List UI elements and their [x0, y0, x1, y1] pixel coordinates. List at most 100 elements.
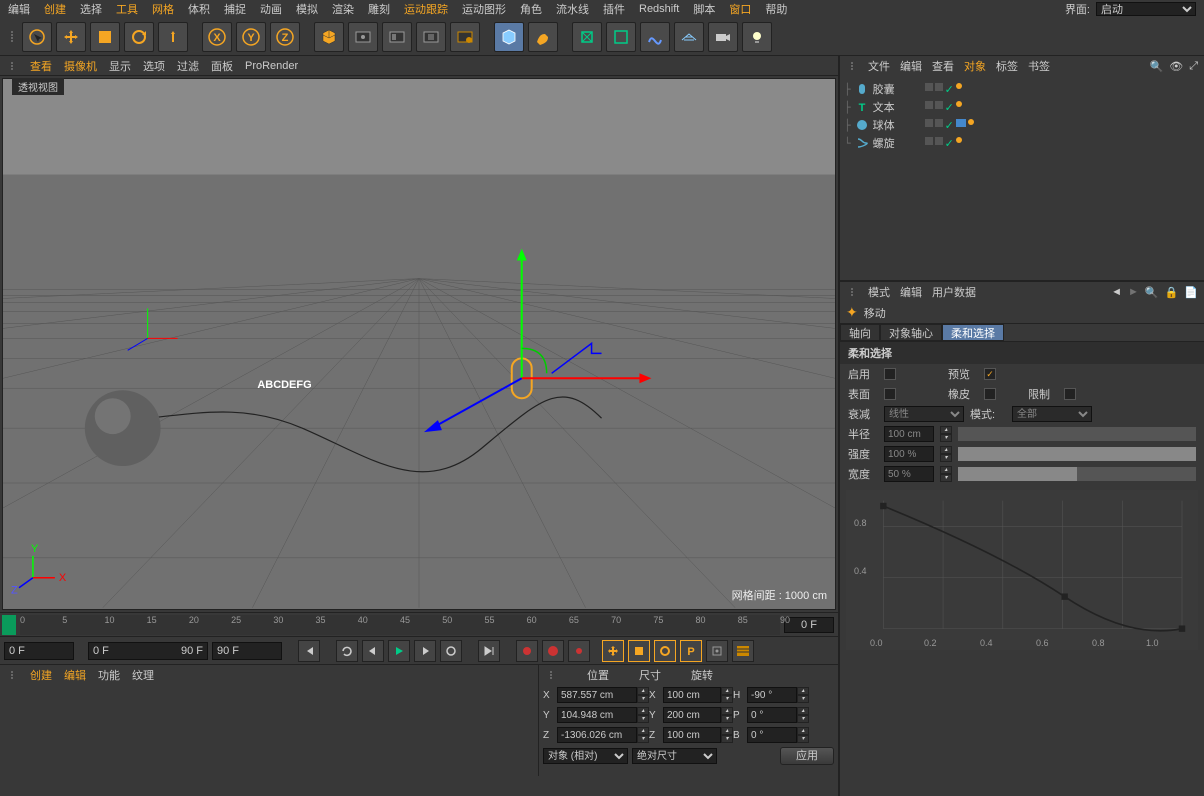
rot-P[interactable]: [747, 707, 797, 723]
key-pla-btn[interactable]: [706, 640, 728, 662]
menu-体积[interactable]: 体积: [188, 1, 210, 17]
camera-menu[interactable]: [708, 22, 738, 52]
obj-tab-书签[interactable]: 书签: [1028, 58, 1050, 74]
fwd-icon[interactable]: ►: [1128, 286, 1139, 299]
rot-H[interactable]: [747, 687, 797, 703]
rotate-tool[interactable]: [124, 22, 154, 52]
texture-mode[interactable]: [528, 22, 558, 52]
width-spinner[interactable]: ▴▾: [940, 466, 952, 482]
menu-捕捉[interactable]: 捕捉: [224, 1, 246, 17]
tab-axis[interactable]: 轴向: [840, 324, 880, 341]
dopesheet-btn[interactable]: [732, 640, 754, 662]
move-tool[interactable]: [56, 22, 86, 52]
strength-spinner[interactable]: ▴▾: [940, 446, 952, 462]
floor-menu[interactable]: [674, 22, 704, 52]
tab-object-axis[interactable]: 对象轴心: [880, 324, 942, 341]
object-mode-select[interactable]: 对象 (相对): [543, 748, 628, 764]
back-icon[interactable]: ◄: [1111, 286, 1122, 299]
preview-checkbox[interactable]: [984, 368, 996, 380]
render-pv[interactable]: [382, 22, 412, 52]
menu-选择[interactable]: 选择: [80, 1, 102, 17]
apply-button[interactable]: 应用: [780, 747, 834, 765]
vp-menu-过滤[interactable]: 过滤: [177, 58, 199, 74]
enable-checkbox[interactable]: [884, 368, 896, 380]
radius-input[interactable]: [884, 426, 934, 442]
search-icon[interactable]: 🔍: [1150, 60, 1164, 73]
menu-Redshift[interactable]: Redshift: [639, 3, 679, 15]
strength-slider[interactable]: [958, 447, 1196, 461]
size-mode-select[interactable]: 绝对尺寸: [632, 748, 717, 764]
menu-创建[interactable]: 创建: [44, 1, 66, 17]
range-field[interactable]: 0 F90 F: [88, 642, 208, 660]
radius-slider[interactable]: [958, 427, 1196, 441]
y-axis-tool[interactable]: Y: [236, 22, 266, 52]
attr-userdata-tab[interactable]: 用户数据: [932, 284, 976, 300]
keyframe-btn[interactable]: [568, 640, 590, 662]
falloff-select[interactable]: 线性: [884, 406, 964, 422]
pos-Z[interactable]: [557, 727, 637, 743]
menu-插件[interactable]: 插件: [603, 1, 625, 17]
pos-Y[interactable]: [557, 707, 637, 723]
menu-编辑[interactable]: 编辑: [8, 1, 30, 17]
obj-tab-查看[interactable]: 查看: [932, 58, 954, 74]
menu-工具[interactable]: 工具: [116, 1, 138, 17]
spline-menu[interactable]: [640, 22, 670, 52]
size-X[interactable]: [663, 687, 721, 703]
pos-X[interactable]: [557, 687, 637, 703]
menu-动画[interactable]: 动画: [260, 1, 282, 17]
falloff-curve-editor[interactable]: 0.0 0.2 0.4 0.6 0.8 1.0 0.4 0.8: [846, 490, 1198, 650]
attr-mode-tab[interactable]: 模式: [868, 284, 890, 300]
tab-soft-select[interactable]: 柔和选择: [942, 324, 1004, 341]
menu-模拟[interactable]: 模拟: [296, 1, 318, 17]
obj-item-球体[interactable]: ├球体✓: [844, 116, 1200, 134]
current-frame-field[interactable]: 90 F: [212, 642, 282, 660]
z-axis-tool[interactable]: Z: [270, 22, 300, 52]
key-scale-btn[interactable]: [628, 640, 650, 662]
obj-item-文本[interactable]: ├T文本✓: [844, 98, 1200, 116]
mat-tab-纹理[interactable]: 纹理: [132, 667, 154, 683]
cube-primitive[interactable]: [314, 22, 344, 52]
vp-menu-选项[interactable]: 选项: [143, 58, 165, 74]
size-Y[interactable]: [663, 707, 721, 723]
mode-select[interactable]: 全部: [1012, 406, 1092, 422]
mat-tab-功能[interactable]: 功能: [98, 667, 120, 683]
live-select-tool[interactable]: [22, 22, 52, 52]
obj-item-胶囊[interactable]: ├胶囊✓: [844, 80, 1200, 98]
loop-btn[interactable]: [336, 640, 358, 662]
viewport-3d[interactable]: ABCDEFG Y: [2, 78, 836, 610]
x-axis-tool[interactable]: X: [202, 22, 232, 52]
menu-雕刻[interactable]: 雕刻: [368, 1, 390, 17]
width-slider[interactable]: [958, 467, 1196, 481]
menu-网格[interactable]: 网格: [152, 1, 174, 17]
limit-checkbox[interactable]: [1064, 388, 1076, 400]
mat-tab-创建[interactable]: 创建: [30, 667, 52, 683]
menu-渲染[interactable]: 渲染: [332, 1, 354, 17]
size-Z[interactable]: [663, 727, 721, 743]
search2-icon[interactable]: 🔍: [1145, 286, 1159, 299]
menu-角色[interactable]: 角色: [520, 1, 542, 17]
light-menu[interactable]: [742, 22, 772, 52]
vp-menu-查看[interactable]: 查看: [30, 58, 52, 74]
timeline-ruler[interactable]: 051015202530354045505560657075808590: [20, 615, 780, 635]
layout-select[interactable]: 启动: [1096, 2, 1196, 16]
new-icon[interactable]: 📄: [1184, 286, 1198, 299]
rot-B[interactable]: [747, 727, 797, 743]
autokey-btn[interactable]: [542, 640, 564, 662]
obj-item-螺旋[interactable]: └螺旋✓: [844, 134, 1200, 152]
obj-tab-标签[interactable]: 标签: [996, 58, 1018, 74]
expand-icon[interactable]: ⤢: [1189, 60, 1198, 73]
render-settings[interactable]: [416, 22, 446, 52]
rubber-checkbox[interactable]: [984, 388, 996, 400]
key-rot-btn[interactable]: [654, 640, 676, 662]
object-tree[interactable]: ├胶囊✓├T文本✓├球体✓└螺旋✓: [840, 76, 1204, 280]
obj-tab-文件[interactable]: 文件: [868, 58, 890, 74]
render-view[interactable]: [348, 22, 378, 52]
vp-menu-面板[interactable]: 面板: [211, 58, 233, 74]
model-mode[interactable]: [494, 22, 524, 52]
surface-checkbox[interactable]: [884, 388, 896, 400]
mat-tab-编辑[interactable]: 编辑: [64, 667, 86, 683]
scale-tool[interactable]: [90, 22, 120, 52]
loop-range-btn[interactable]: [440, 640, 462, 662]
vp-menu-显示[interactable]: 显示: [109, 58, 131, 74]
key-pos-btn[interactable]: [602, 640, 624, 662]
